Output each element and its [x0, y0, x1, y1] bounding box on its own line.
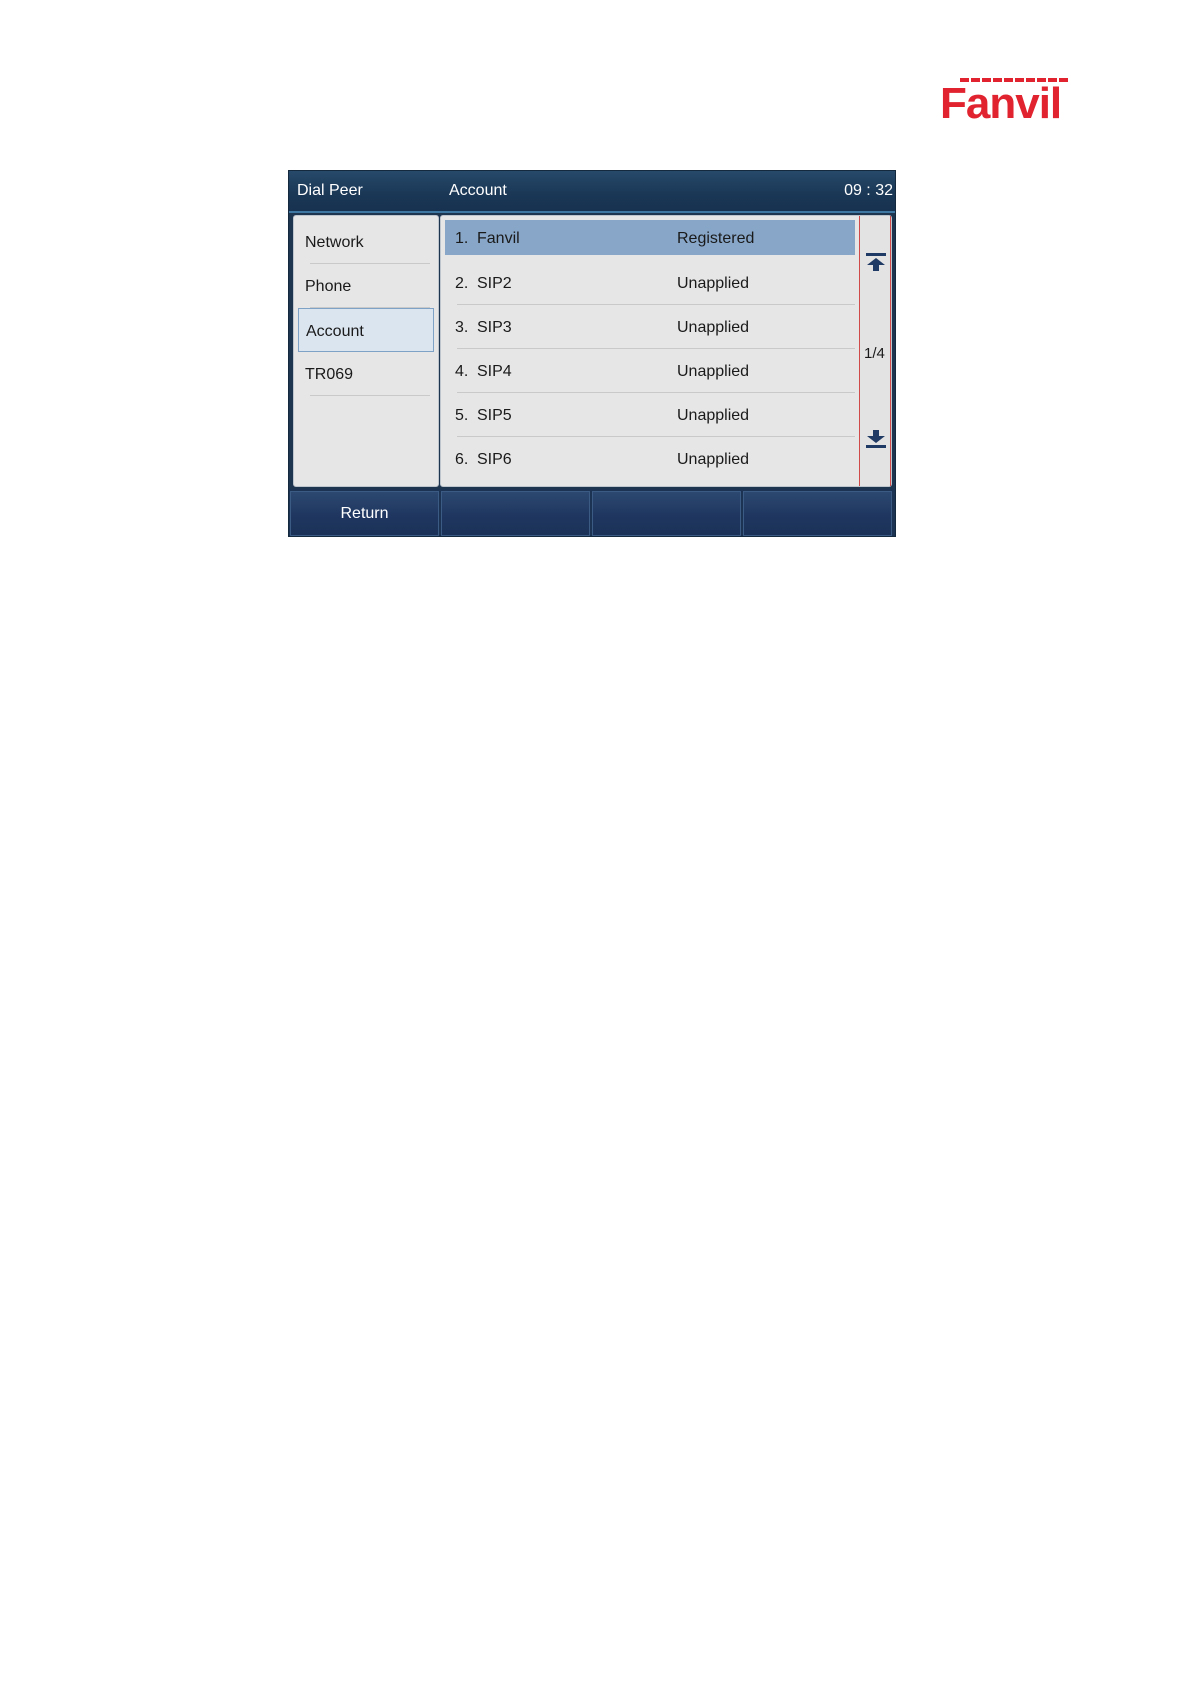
account-name: SIP3: [477, 319, 512, 336]
softkey-2[interactable]: [441, 491, 590, 536]
menu-item-label: Phone: [305, 278, 352, 295]
menu-item-tr069[interactable]: TR069: [298, 352, 434, 396]
menu-item-label: Account: [306, 323, 364, 340]
scroll-to-top-icon[interactable]: [865, 252, 887, 272]
account-name: SIP6: [477, 451, 512, 468]
status-bar: Dial Peer Account 09 : 32: [289, 171, 895, 213]
fanvil-logo: Fanvil: [940, 78, 1070, 120]
menu-item-label: TR069: [305, 366, 354, 383]
account-name: Fanvil: [477, 230, 520, 247]
account-status: Unapplied: [677, 451, 750, 468]
clock: 09 : 32: [844, 182, 893, 199]
account-row-5[interactable]: 5. SIP5 Unapplied: [445, 393, 855, 437]
account-list: 1. Fanvil Registered 2. SIP2 Unapplied 3…: [440, 215, 892, 487]
scroll-to-bottom-icon[interactable]: [865, 429, 887, 449]
account-row-2[interactable]: 2. SIP2 Unapplied: [445, 261, 855, 305]
account-name: SIP5: [477, 407, 512, 424]
account-row-4[interactable]: 4. SIP4 Unapplied: [445, 349, 855, 393]
scrollbar[interactable]: 1/4: [859, 216, 891, 486]
phone-screen: Dial Peer Account 09 : 32 Network Phone …: [289, 171, 895, 536]
row-number: 6.: [455, 451, 469, 468]
account-status: Unapplied: [677, 407, 750, 424]
row-number: 5.: [455, 407, 469, 424]
account-row-6[interactable]: 6. SIP6 Unapplied: [445, 437, 855, 481]
header-left-label: Dial Peer: [297, 182, 363, 199]
account-status: Registered: [677, 230, 755, 247]
page-title: Account: [449, 182, 507, 199]
page-indicator: 1/4: [864, 345, 885, 362]
divider: [310, 395, 430, 396]
row-number: 3.: [455, 319, 469, 336]
account-status: Unapplied: [677, 363, 750, 380]
return-softkey[interactable]: Return: [290, 491, 439, 536]
menu-item-account[interactable]: Account: [298, 308, 434, 352]
account-row-3[interactable]: 3. SIP3 Unapplied: [445, 305, 855, 349]
row-number: 2.: [455, 275, 469, 292]
row-number: 1.: [455, 230, 469, 247]
softkey-bar: Return: [289, 489, 895, 536]
menu-item-network[interactable]: Network: [298, 220, 434, 264]
account-row-1[interactable]: 1. Fanvil Registered: [445, 220, 855, 255]
row-number: 4.: [455, 363, 469, 380]
account-status: Unapplied: [677, 319, 750, 336]
account-name: SIP2: [477, 275, 512, 292]
softkey-3[interactable]: [592, 491, 741, 536]
menu-item-phone[interactable]: Phone: [298, 264, 434, 308]
softkey-4[interactable]: [743, 491, 892, 536]
account-name: SIP4: [477, 363, 512, 380]
settings-menu: Network Phone Account TR069: [293, 215, 439, 487]
menu-item-label: Network: [305, 234, 364, 251]
account-status: Unapplied: [677, 275, 750, 292]
logo-text: Fanvil: [940, 79, 1061, 120]
